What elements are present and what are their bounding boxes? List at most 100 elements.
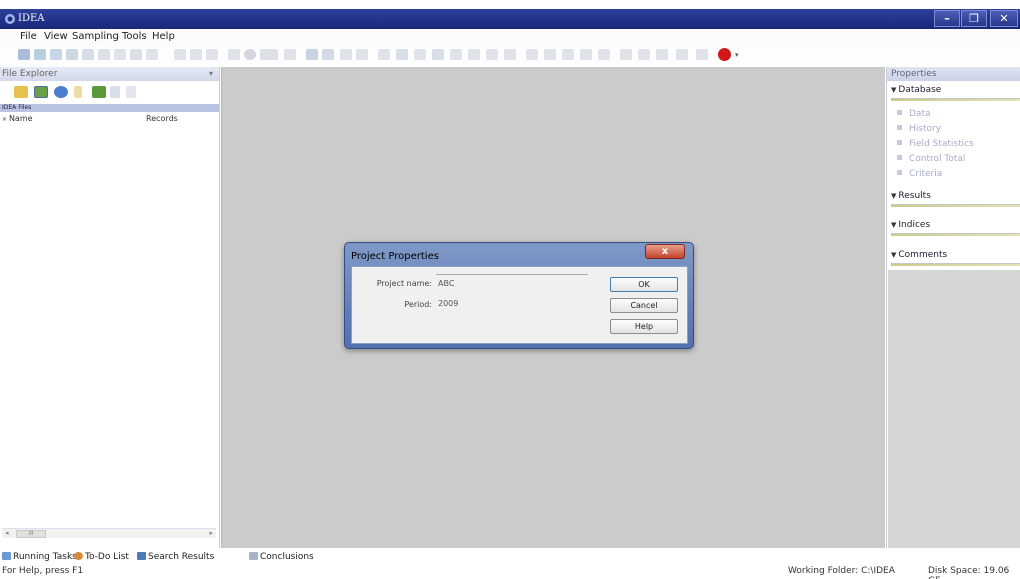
help-toolbar-icon[interactable]: [676, 49, 688, 60]
ok-button[interactable]: OK: [610, 277, 678, 292]
refresh-icon[interactable]: [228, 49, 240, 60]
help-button[interactable]: Help: [610, 319, 678, 334]
scroll-right-icon[interactable]: ▸: [209, 529, 213, 537]
scroll-thumb[interactable]: III: [16, 530, 46, 538]
database-group-header[interactable]: ▼ Database: [891, 85, 1020, 101]
options-icon[interactable]: [620, 49, 632, 60]
graph-icon[interactable]: [378, 49, 390, 60]
filter-icon[interactable]: [356, 49, 368, 60]
index-icon[interactable]: [66, 49, 78, 60]
tab-to-do-list[interactable]: To-Do List: [74, 552, 129, 562]
file-explorer-panel: File Explorer ▾ IDEA Files × Name Record…: [0, 67, 220, 548]
refresh-explorer-icon[interactable]: [54, 86, 68, 98]
project-properties-dialog: Project Properties x Project name: ABC P…: [344, 242, 694, 349]
cancel-button[interactable]: Cancel: [610, 298, 678, 313]
table-icon[interactable]: [322, 49, 334, 60]
toolbar-overflow-icon[interactable]: ▾: [735, 51, 739, 59]
print-icon[interactable]: [146, 49, 158, 60]
search-results-icon: [137, 552, 146, 560]
numeric-icon[interactable]: [260, 49, 278, 60]
report-icon[interactable]: [432, 49, 444, 60]
new-icon[interactable]: [18, 49, 30, 60]
database-item-field-statistics[interactable]: Field Statistics: [897, 139, 974, 149]
extract-icon[interactable]: [50, 49, 62, 60]
tree-view-icon[interactable]: [34, 86, 48, 98]
edit-icon[interactable]: [82, 49, 94, 60]
field-icon[interactable]: [174, 49, 186, 60]
menu-tools[interactable]: Tools: [122, 31, 147, 42]
copy-icon[interactable]: [98, 49, 110, 60]
database-item-control-total[interactable]: Control Total: [897, 154, 965, 164]
layout-icon[interactable]: [638, 49, 650, 60]
flag-icon[interactable]: [74, 86, 82, 98]
tab-search-results[interactable]: Search Results: [137, 552, 214, 562]
sort-explorer-icon[interactable]: [110, 86, 120, 98]
title-bar: IDEA – ❐ ✕: [0, 9, 1020, 29]
history-icon[interactable]: [244, 49, 256, 60]
name-column-header[interactable]: × Name: [2, 114, 33, 123]
period-label: Period:: [404, 300, 432, 309]
records-column-header[interactable]: Records: [146, 114, 178, 123]
record-icon[interactable]: [718, 48, 731, 61]
paste-icon[interactable]: [114, 49, 126, 60]
group-divider: [891, 264, 1020, 266]
pivot-icon[interactable]: [468, 49, 480, 60]
database-item-criteria[interactable]: Criteria: [897, 169, 942, 179]
comments-group-header[interactable]: ▼ Comments: [891, 250, 1020, 266]
close-window-button[interactable]: ✕: [990, 10, 1018, 27]
expand-icon: ▼: [891, 251, 897, 259]
tab-running-tasks[interactable]: Running Tasks: [2, 552, 77, 562]
restore-button[interactable]: ❐: [961, 10, 987, 27]
sample-icon[interactable]: [414, 49, 426, 60]
gap-icon[interactable]: [504, 49, 516, 60]
explorer-horizontal-scrollbar[interactable]: ◂ III ▸: [2, 528, 216, 538]
idea-app-icon: [5, 14, 15, 24]
library-icon[interactable]: [598, 49, 610, 60]
append-icon[interactable]: [206, 49, 218, 60]
expand-icon: ▼: [891, 221, 897, 229]
dialog-close-button[interactable]: x: [645, 244, 685, 259]
view-icon[interactable]: [696, 49, 708, 60]
move-icon[interactable]: [92, 86, 106, 98]
to-do-list-icon: [74, 552, 83, 560]
scroll-left-icon[interactable]: ◂: [5, 529, 9, 537]
export-icon[interactable]: [130, 49, 142, 60]
menu-file[interactable]: File: [20, 31, 37, 42]
window-icon[interactable]: [656, 49, 668, 60]
toolbar: ▾: [0, 45, 1020, 65]
database-item-data[interactable]: Data: [897, 109, 931, 119]
minimize-button[interactable]: –: [934, 10, 960, 27]
script-icon[interactable]: [580, 49, 592, 60]
stats-icon[interactable]: [284, 49, 296, 60]
group-divider: [891, 234, 1020, 236]
project-name-field[interactable]: ABC: [438, 279, 454, 288]
item-label: History: [909, 124, 942, 134]
database-item-history[interactable]: History: [897, 124, 941, 134]
grid-icon[interactable]: [396, 49, 408, 60]
macro-icon[interactable]: [562, 49, 574, 60]
summary-icon[interactable]: [450, 49, 462, 60]
properties-panel: Properties ▼ Database Data History Field …: [886, 67, 1020, 548]
menu-sampling[interactable]: Sampling: [72, 31, 119, 42]
aging-icon[interactable]: [486, 49, 498, 60]
menu-help[interactable]: Help: [152, 31, 175, 42]
join-icon[interactable]: [190, 49, 202, 60]
tab-conclusions[interactable]: Conclusions: [249, 552, 314, 562]
bullet-icon: [897, 110, 902, 115]
chart-icon[interactable]: [306, 49, 318, 60]
list-icon[interactable]: [126, 86, 136, 98]
pin-icon[interactable]: ▾: [209, 67, 213, 81]
import-icon[interactable]: [34, 49, 46, 60]
bottom-tab-bar: Running Tasks To-Do List Search Results …: [0, 551, 1020, 565]
sort-icon[interactable]: [340, 49, 352, 60]
stratify-icon[interactable]: [544, 49, 556, 60]
comments-group-label: Comments: [898, 250, 948, 260]
results-group-header[interactable]: ▼ Results: [891, 191, 1020, 207]
period-field[interactable]: 2009: [438, 299, 458, 308]
folder-icon[interactable]: [14, 86, 28, 98]
duplicate-icon[interactable]: [526, 49, 538, 60]
tab-label: Conclusions: [260, 552, 314, 562]
indices-group-header[interactable]: ▼ Indices: [891, 220, 1020, 236]
item-label: Control Total: [909, 154, 966, 164]
menu-view[interactable]: View: [44, 31, 68, 42]
